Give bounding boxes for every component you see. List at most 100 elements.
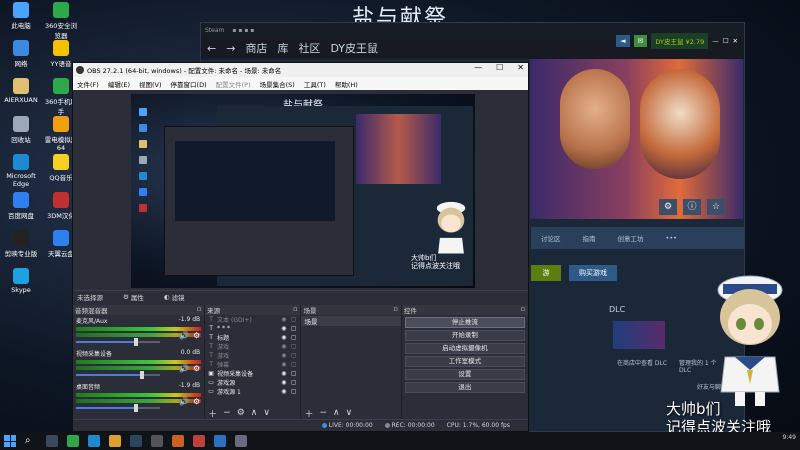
menu-scene-collection[interactable]: 场景集合(S) <box>260 79 295 89</box>
app4-icon[interactable] <box>235 435 247 447</box>
forward-arrow-icon[interactable]: → <box>226 42 235 55</box>
filters-button[interactable]: ◐ 滤镜 <box>164 292 185 302</box>
mail-icon[interactable]: ✉ <box>633 35 648 47</box>
source-item[interactable]: T 游戏 ◉ ▢ <box>205 351 300 360</box>
menu-profile[interactable]: 配置文件(P) <box>216 79 251 89</box>
maximize-icon[interactable]: ☐ <box>496 63 503 72</box>
obs-preview[interactable]: 盐与献祭 大帅b们 记得点波关注哦 <box>73 90 528 290</box>
play-button[interactable]: 游 <box>531 265 561 281</box>
lock-icon[interactable]: ▢ <box>291 325 297 332</box>
lock-icon[interactable]: ▢ <box>291 361 297 368</box>
source-item[interactable]: T 标题 ◉ ▢ <box>205 333 300 342</box>
eye-icon[interactable]: ◉ <box>281 343 286 350</box>
down-icon[interactable]: ∨ <box>263 408 270 418</box>
speaker-icon[interactable]: 🔊 <box>179 397 189 406</box>
gear-icon[interactable]: ⚙ <box>237 408 245 418</box>
dlc-view-store[interactable]: 在商店中查看 DLC <box>617 358 667 367</box>
lock-icon[interactable]: ▢ <box>291 352 297 359</box>
maximize-icon[interactable]: ☐ <box>723 37 729 45</box>
edge-icon[interactable] <box>88 435 100 447</box>
source-item[interactable]: ▣ 视频采集设备 ◉ ▢ <box>205 369 300 378</box>
dock-float-icon[interactable]: ▫ <box>521 305 525 315</box>
gear-icon[interactable]: ⚙ <box>193 397 200 406</box>
info-icon[interactable]: ⓘ <box>683 199 701 215</box>
desktop-icon[interactable]: 剪映专业版 <box>2 230 40 258</box>
menu-view[interactable]: 视图(V) <box>139 79 162 89</box>
scene-item[interactable]: 场景 <box>301 316 401 326</box>
dock-float-icon[interactable]: ▫ <box>293 305 297 315</box>
volume-slider[interactable] <box>76 371 160 379</box>
add-icon[interactable]: ＋ <box>208 407 217 420</box>
obs-icon[interactable] <box>151 435 163 447</box>
subnav-discussions[interactable]: 讨论区 <box>541 233 561 243</box>
slider-knob[interactable] <box>139 371 144 379</box>
lock-icon[interactable]: ▢ <box>291 379 297 386</box>
nav-library[interactable]: 库 <box>277 40 288 56</box>
folder-icon[interactable] <box>109 435 121 447</box>
desktop-icon[interactable]: Skype <box>2 268 40 294</box>
exit-button[interactable]: 退出 <box>404 382 525 393</box>
nav-store[interactable]: 商店 <box>245 40 267 56</box>
steam-user-badge[interactable]: DY皮王鼠 ¥2.79 <box>651 33 709 49</box>
app3-icon[interactable] <box>214 435 226 447</box>
star-icon[interactable]: ☆ <box>707 199 725 215</box>
menu-file[interactable]: 文件(F) <box>77 79 99 89</box>
slider-knob[interactable] <box>134 404 139 412</box>
stop-streaming-button[interactable]: 停止推流 <box>404 317 525 328</box>
up-icon[interactable]: ∧ <box>251 408 258 418</box>
lock-icon[interactable]: ▢ <box>291 334 297 341</box>
speaker-icon[interactable]: 🔊 <box>179 331 189 340</box>
eye-icon[interactable]: ◉ <box>281 388 286 395</box>
lock-icon[interactable]: ▢ <box>291 316 297 323</box>
start-recording-button[interactable]: 开始录制 <box>404 330 525 341</box>
eye-icon[interactable]: ◉ <box>281 379 286 386</box>
menu-tools[interactable]: 工具(T) <box>304 79 326 89</box>
source-item[interactable]: T 游戏 ◉ ▢ <box>205 342 300 351</box>
subnav-more[interactable]: ••• <box>666 234 678 242</box>
slider-knob[interactable] <box>134 338 139 346</box>
search-icon[interactable]: ⌕ <box>25 435 37 447</box>
settings-button[interactable]: 设置 <box>404 369 525 380</box>
eye-icon[interactable]: ◉ <box>281 370 286 377</box>
speaker-icon[interactable]: 🔊 <box>179 364 189 373</box>
broadcast-icon[interactable]: ◄ <box>616 35 630 47</box>
properties-button[interactable]: ⚙ 属性 <box>123 292 144 302</box>
source-item[interactable]: T * * * ◉ ▢ <box>205 324 300 333</box>
desktop-icon[interactable]: 回收站 <box>2 116 40 144</box>
subnav-workshop[interactable]: 创意工坊 <box>618 233 644 243</box>
eye-icon[interactable]: ◉ <box>281 352 286 359</box>
buy-button[interactable]: 购买游戏 <box>569 265 617 281</box>
desktop-icon[interactable]: 网络 <box>2 40 40 68</box>
eye-icon[interactable]: ◉ <box>281 316 286 323</box>
volume-slider[interactable] <box>76 404 160 412</box>
obs-window[interactable]: OBS 27.2.1 (64-bit, windows) - 配置文件: 未命名… <box>72 62 529 432</box>
lock-icon[interactable]: ▢ <box>291 370 297 377</box>
start-icon[interactable] <box>4 435 16 447</box>
source-item[interactable]: ▭ 游戏源 ◉ ▢ <box>205 378 300 387</box>
up-icon[interactable]: ∧ <box>333 408 340 418</box>
nav-user[interactable]: DY皮王鼠 <box>330 40 378 56</box>
nav-community[interactable]: 社区 <box>298 40 320 56</box>
app-icon[interactable] <box>172 435 184 447</box>
desktop-icon[interactable]: Microsoft Edge <box>2 154 40 188</box>
back-arrow-icon[interactable]: ← <box>207 42 216 55</box>
menu-docks[interactable]: 停靠窗口(D) <box>171 79 207 89</box>
gear-icon[interactable]: ⚙ <box>193 364 200 373</box>
remove-icon[interactable]: − <box>223 408 231 418</box>
source-item[interactable]: ▭ 游戏源 1 ◉ ▢ <box>205 387 300 396</box>
close-icon[interactable]: ✕ <box>517 63 524 72</box>
dock-float-icon[interactable]: ▫ <box>393 305 397 315</box>
gear-icon[interactable]: ⚙ <box>659 199 677 215</box>
task-view-icon[interactable] <box>46 435 58 447</box>
gear-icon[interactable]: ⚙ <box>193 331 200 340</box>
close-icon[interactable]: ✕ <box>733 37 738 45</box>
virtual-camera-button[interactable]: 启动虚拟摄像机 <box>404 343 525 354</box>
remove-icon[interactable]: − <box>320 408 328 418</box>
studio-mode-button[interactable]: 工作室模式 <box>404 356 525 367</box>
volume-slider[interactable] <box>76 338 160 346</box>
system-clock[interactable]: 9:49 <box>783 434 796 441</box>
desktop-icon[interactable]: 百度网盘 <box>2 192 40 220</box>
app2-icon[interactable] <box>193 435 205 447</box>
dlc-thumbnail[interactable] <box>613 321 665 349</box>
add-icon[interactable]: ＋ <box>304 407 313 420</box>
